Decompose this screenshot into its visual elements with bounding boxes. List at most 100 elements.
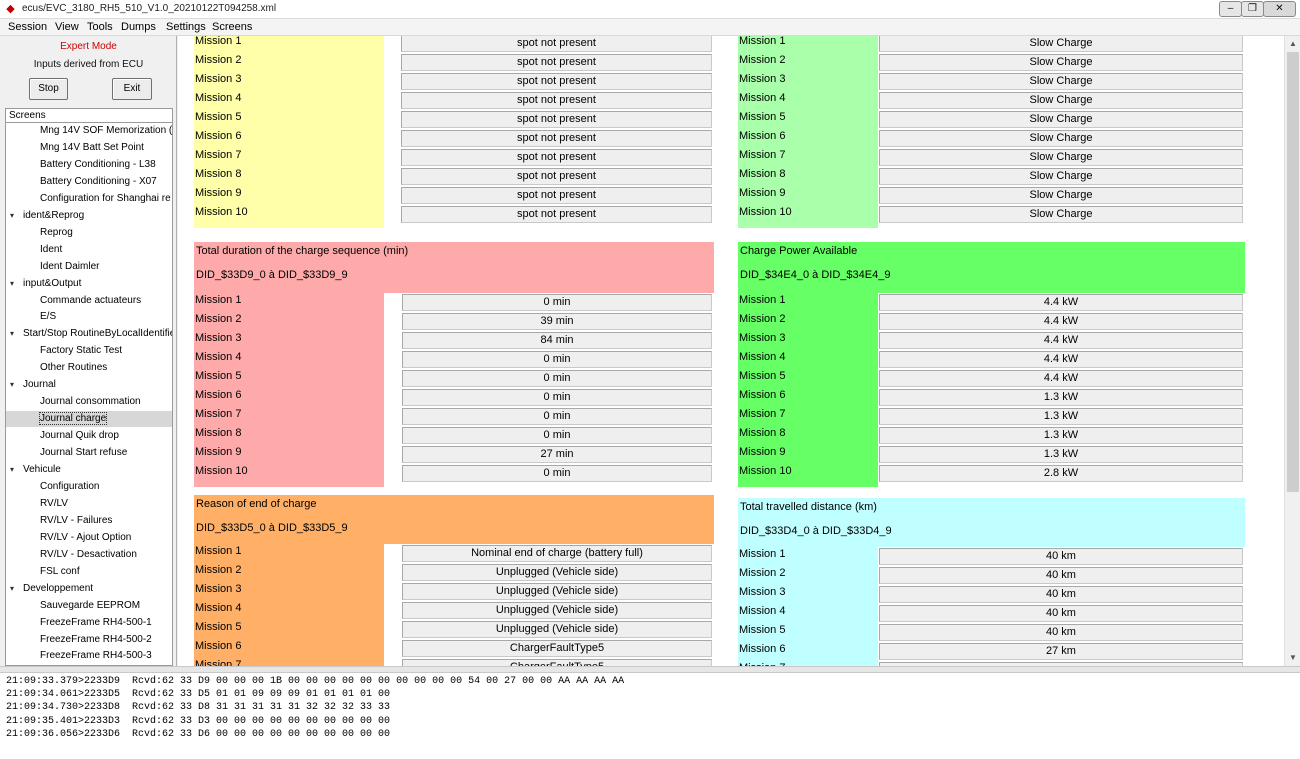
- mission-value: spot not present: [401, 54, 712, 71]
- mission-value: 4.4 kW: [879, 313, 1243, 330]
- panel-header: Charge Power Available DID_$34E4_0 à DID_…: [738, 242, 1245, 293]
- tree-item[interactable]: Factory Static Test: [6, 343, 172, 359]
- tree-item[interactable]: Journal consommation: [6, 394, 172, 410]
- tree-item[interactable]: Battery Conditioning - L38: [6, 157, 172, 173]
- tree-item-label: E/S: [40, 311, 57, 323]
- exit-button[interactable]: Exit: [112, 78, 152, 100]
- tree-item-label: Journal: [23, 379, 56, 391]
- expert-mode-label: Expert Mode: [60, 41, 117, 52]
- tree-item[interactable]: RV/LV - Ajout Option: [6, 530, 172, 546]
- screens-tree[interactable]: Mng 14V SOF Memorization (F Mng 14V Batt …: [5, 123, 173, 666]
- mission-label: Mission 5: [195, 621, 242, 633]
- menu-tools[interactable]: Tools: [87, 21, 113, 33]
- tree-item-label: Mng 14V Batt Set Point: [40, 141, 144, 153]
- tree-group[interactable]: ▾ Journal: [6, 377, 172, 393]
- tree-item-label: Vehicule: [23, 464, 61, 475]
- mission-value: 0 min: [402, 408, 712, 425]
- tree-item[interactable]: Commande actuateurs: [6, 293, 172, 309]
- tree-item[interactable]: Journal charge: [6, 411, 172, 428]
- chevron-down-icon[interactable]: ▾: [10, 208, 14, 224]
- close-button[interactable]: ✕: [1263, 1, 1296, 17]
- tree-item[interactable]: Battery Conditioning - X07: [6, 174, 172, 190]
- mission-value: 1.3 kW: [879, 427, 1243, 444]
- tree-item[interactable]: E/S: [6, 309, 172, 325]
- menu-view[interactable]: View: [55, 21, 79, 33]
- tree-item-label: Journal consommation: [40, 396, 141, 408]
- tree-item-label: Configuration for Shanghai re: [40, 192, 171, 204]
- panel-header: Reason of end of charge DID_$33D5_0 à DID…: [194, 495, 714, 544]
- minimize-button[interactable]: –: [1219, 1, 1242, 17]
- chevron-down-icon[interactable]: ▾: [10, 326, 14, 342]
- tree-item[interactable]: FSL conf: [6, 564, 172, 580]
- chevron-down-icon[interactable]: ▾: [10, 462, 14, 478]
- menu-settings[interactable]: Settings: [166, 21, 206, 33]
- mission-label: Mission 8: [195, 427, 242, 439]
- mission-label: Mission 2: [739, 567, 786, 579]
- panel-title: Charge Power Available: [740, 245, 858, 257]
- scroll-thumb[interactable]: [1287, 52, 1299, 492]
- tree-item[interactable]: RV/LV - Failures: [6, 513, 172, 529]
- stop-button[interactable]: Stop: [29, 78, 68, 100]
- tree-item[interactable]: Sauvegarde EEPROM: [6, 598, 172, 614]
- tree-item[interactable]: Reprog: [6, 225, 172, 241]
- mission-label: Mission 6: [739, 643, 786, 655]
- chevron-down-icon[interactable]: ▾: [10, 276, 14, 292]
- tree-item-label: Journal charge: [38, 412, 108, 426]
- menu-dumps[interactable]: Dumps: [121, 21, 156, 33]
- tree-item[interactable]: Mng 14V Batt Set Point: [6, 140, 172, 156]
- tree-item-label: Journal Start refuse: [40, 447, 128, 459]
- mission-value: 0 min: [402, 389, 712, 406]
- tree-item-label: RV/LV - Ajout Option: [40, 531, 132, 543]
- tree-item[interactable]: Ident Daimler: [6, 259, 172, 275]
- tree-item[interactable]: Configuration for Shanghai re: [6, 191, 172, 207]
- menu-screens[interactable]: Screens: [212, 21, 252, 33]
- mission-label: Mission 10: [739, 206, 792, 218]
- mission-label: Mission 6: [195, 640, 242, 652]
- mission-label: Mission 2: [739, 54, 786, 66]
- mission-value: Slow Charge: [879, 187, 1243, 204]
- mission-value: 0 min: [402, 465, 712, 482]
- tree-item[interactable]: Mng 14V SOF Memorization (F: [6, 123, 172, 139]
- mission-label: Mission 6: [739, 130, 786, 142]
- inputs-derived-label: Inputs derived from ECU: [33, 59, 144, 70]
- tree-item[interactable]: RV/LV: [6, 496, 172, 512]
- mission-label: Mission 1: [739, 548, 786, 560]
- tree-item[interactable]: Ident: [6, 242, 172, 258]
- tree-group[interactable]: ▾ Developpement: [6, 581, 172, 597]
- panel-title: Total travelled distance (km): [740, 501, 877, 513]
- mission-value: ChargerFaultType5: [402, 659, 712, 666]
- tree-item-label: Reprog: [40, 226, 73, 238]
- tree-item[interactable]: RV/LV - Desactivation: [6, 547, 172, 563]
- tree-group[interactable]: ▾ ident&Reprog: [6, 208, 172, 224]
- menu-session[interactable]: Session: [8, 21, 47, 33]
- tree-item-label: Sauvegarde EEPROM: [40, 599, 141, 611]
- main-content: Mission 1 spot not present Mission 2 spot n…: [178, 36, 1284, 666]
- log-line: 21:09:34.061>2233D5 Rcvd:62 33 D5 01 01 …: [6, 689, 391, 701]
- tree-item[interactable]: Other Routines: [6, 360, 172, 376]
- log-splitter[interactable]: [0, 666, 1300, 673]
- tree-group[interactable]: ▾ input&Output: [6, 276, 172, 292]
- scroll-down-icon[interactable]: ▼: [1285, 650, 1300, 666]
- mission-value: spot not present: [401, 36, 712, 52]
- tree-item[interactable]: Journal Quik drop: [6, 428, 172, 444]
- mission-label: Mission 2: [195, 54, 242, 66]
- mission-label: Mission 10: [195, 206, 248, 218]
- chevron-down-icon[interactable]: ▾: [10, 377, 14, 393]
- scroll-up-icon[interactable]: ▲: [1285, 36, 1300, 52]
- tree-item[interactable]: Journal Start refuse: [6, 445, 172, 461]
- chevron-down-icon[interactable]: ▾: [10, 581, 14, 597]
- tree-item[interactable]: FreezeFrame RH4-500-3: [6, 648, 172, 664]
- tree-item[interactable]: FreezeFrame RH4-500-1: [6, 615, 172, 631]
- maximize-button[interactable]: ❐: [1241, 1, 1264, 17]
- tree-group[interactable]: ▾ Start/Stop RoutineByLocalIdentifie: [6, 326, 172, 342]
- mission-value: Slow Charge: [879, 92, 1243, 109]
- panel-title: Reason of end of charge: [196, 498, 317, 510]
- mission-value: spot not present: [401, 92, 712, 109]
- title-bar: ◆ ecus/EVC_3180_RH5_510_V1.0_20210122T09…: [0, 0, 1300, 19]
- tree-item[interactable]: FreezeFrame RH4-500-2: [6, 632, 172, 648]
- mission-value: 0 min: [402, 351, 712, 368]
- tree-item[interactable]: Configuration: [6, 479, 172, 495]
- tree-group[interactable]: ▾ Vehicule: [6, 462, 172, 478]
- mission-label: Mission 2: [195, 564, 242, 576]
- vertical-scrollbar[interactable]: ▲ ▼: [1284, 36, 1300, 666]
